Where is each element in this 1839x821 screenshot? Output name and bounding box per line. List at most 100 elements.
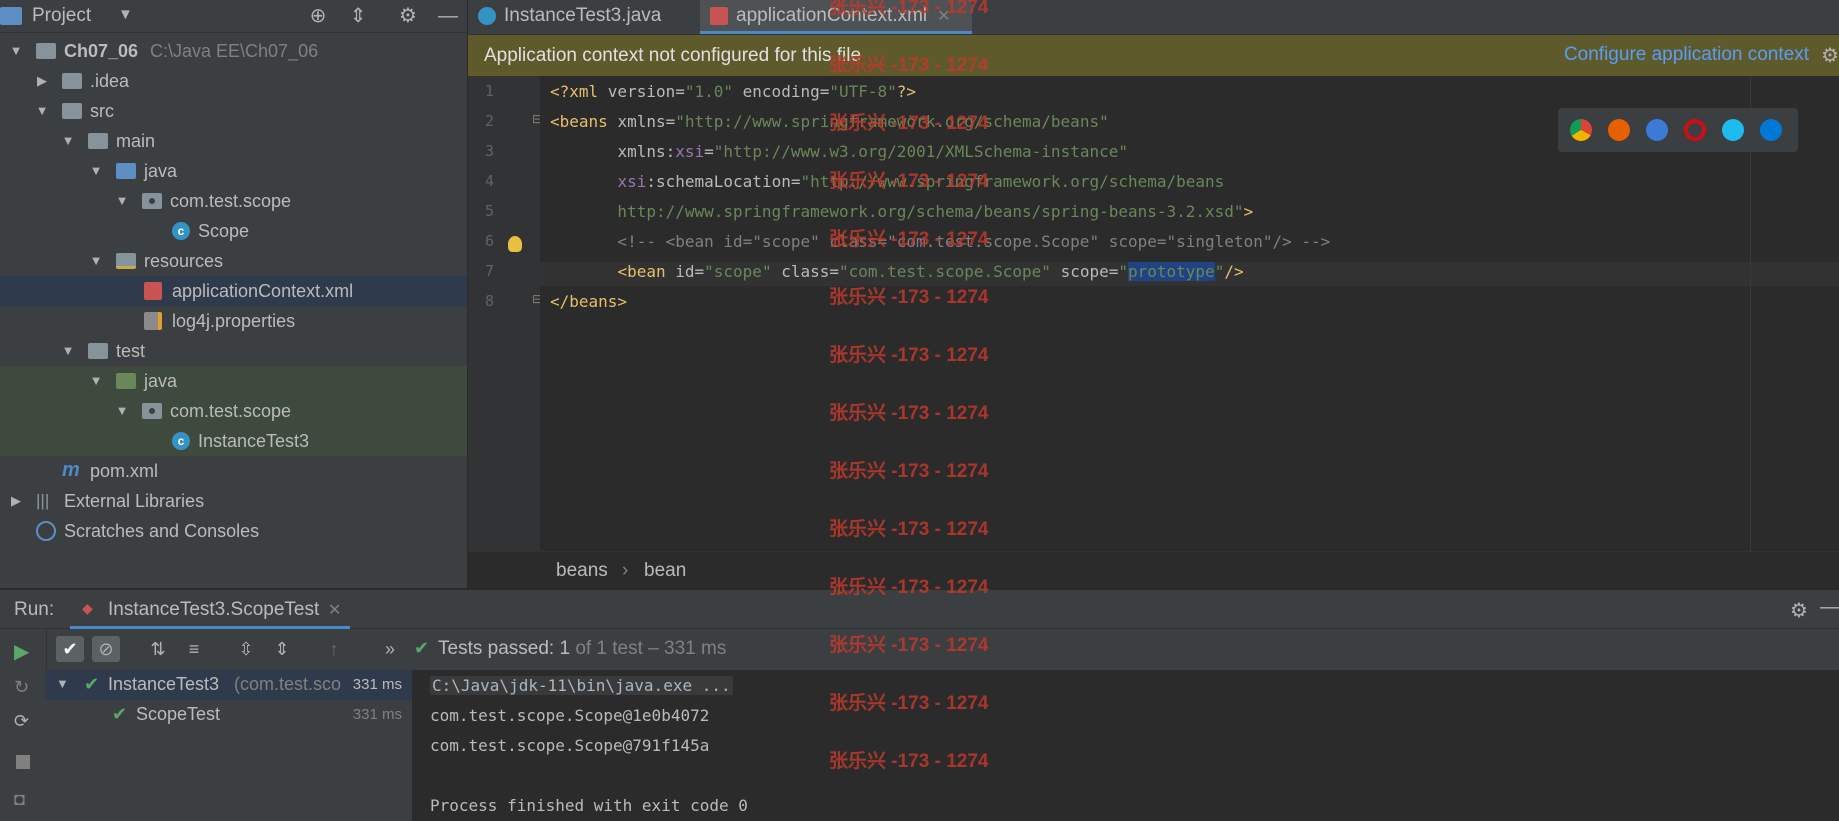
chrome-icon[interactable] (1570, 119, 1592, 141)
tab-instancetest3[interactable]: InstanceTest3.java (478, 0, 694, 34)
tree-label: log4j.properties (172, 311, 296, 331)
project-header: Project ▼ ⊕ ⇕ ⚙ — (0, 0, 467, 33)
console-line: C:\Java\jdk-11\bin\java.exe ... (430, 676, 733, 695)
watermark: 张乐兴 -173 - 1274 (829, 229, 989, 250)
tree-item-log4j[interactable]: log4j.properties (0, 306, 467, 336)
library-icon: ||| (36, 491, 50, 510)
chevron-right-icon[interactable]: ▶ (34, 66, 50, 96)
tree-item-scratches[interactable]: Scratches and Consoles (0, 516, 467, 546)
previous-failed-icon[interactable]: ↑ (320, 636, 348, 662)
chevron-down-icon[interactable]: ▼ (114, 396, 130, 426)
tree-item-instancetest3[interactable]: c InstanceTest3 (0, 426, 467, 456)
gear-icon[interactable]: ⚙ (1790, 598, 1808, 623)
package-icon (142, 193, 162, 209)
watermark: 张乐兴 -173 - 1274 (829, 577, 989, 598)
project-panel: Project ▼ ⊕ ⇕ ⚙ — ▼ Ch07_06 C:\Java EE\C… (0, 0, 468, 588)
firefox-icon[interactable] (1608, 119, 1630, 141)
line-number: 1 (484, 82, 494, 100)
console-line: Process finished with exit code 0 (430, 796, 748, 815)
breadcrumb: beans › bean (468, 551, 1839, 589)
camera-icon[interactable]: ◘ (14, 789, 25, 810)
breadcrumb-beans[interactable]: beans (556, 560, 608, 582)
safari-icon[interactable] (1646, 119, 1668, 141)
chevron-right-icon[interactable]: ▶ (8, 486, 24, 516)
test-config-icon: ◆ (82, 600, 93, 616)
console-output[interactable]: C:\Java\jdk-11\bin\java.exe ... com.test… (412, 670, 1839, 821)
configure-context-link[interactable]: Configure application context (1564, 44, 1809, 66)
collapse-icon[interactable]: ⇕ (346, 4, 370, 28)
tree-item-pom[interactable]: m pom.xml (0, 456, 467, 486)
sort-alpha-icon[interactable]: ⇅ (144, 636, 172, 662)
tree-label: src (90, 101, 114, 121)
chevron-down-icon[interactable]: ▼ (118, 6, 133, 23)
tree-item-applicationcontext[interactable]: applicationContext.xml (0, 276, 467, 306)
tree-item-resources[interactable]: ▼ resources (0, 246, 467, 276)
chevron-down-icon[interactable]: ▼ (56, 676, 69, 691)
run-config-tab[interactable]: ◆ InstanceTest3.ScopeTest ✕ (70, 590, 350, 629)
tree-item-main[interactable]: ▼ main (0, 126, 467, 156)
spring-xml-icon (144, 282, 162, 300)
chevron-down-icon[interactable]: ▼ (34, 96, 50, 126)
chevron-down-icon[interactable]: ▼ (114, 186, 130, 216)
tree-item-idea[interactable]: ▶ .idea (0, 66, 467, 96)
opera-icon[interactable] (1684, 119, 1706, 141)
ie-icon[interactable] (1722, 119, 1744, 141)
close-icon[interactable]: ✕ (328, 600, 341, 620)
gear-icon[interactable]: ⚙ (396, 4, 420, 28)
rerun-failed-icon[interactable]: ↻ (14, 677, 29, 698)
gear-icon[interactable]: ⚙ (1821, 43, 1839, 68)
tree-label: InstanceTest3 (198, 431, 310, 451)
chevron-down-icon[interactable]: ▼ (88, 246, 104, 276)
test-row-instancetest3[interactable]: ▼ ✔ InstanceTest3 (com.test.sco 331 ms (46, 670, 412, 700)
sort-duration-icon[interactable]: ≡ (180, 636, 208, 662)
tree-label: applicationContext.xml (172, 281, 354, 301)
tree-item-src[interactable]: ▼ src (0, 96, 467, 126)
breadcrumb-bean[interactable]: bean (644, 560, 686, 582)
watermark: 张乐兴 -173 - 1274 (829, 113, 989, 134)
project-title[interactable]: Project (32, 5, 91, 27)
tree-item-java[interactable]: ▼ java (0, 156, 467, 186)
chevron-down-icon[interactable]: ▼ (60, 126, 76, 156)
test-row-scopetest[interactable]: ✔ ScopeTest 331 ms (46, 700, 412, 730)
check-icon: ✔ (84, 674, 100, 694)
toggle-auto-test-icon[interactable]: ⟳ (14, 711, 29, 732)
tree-item-test[interactable]: ▼ test (0, 336, 467, 366)
maven-icon: m (62, 459, 80, 481)
class-icon: c (172, 222, 190, 240)
watermark: 张乐兴 -173 - 1274 (829, 55, 989, 76)
chevron-down-icon[interactable]: ▼ (88, 156, 104, 186)
expand-all-icon[interactable]: ⇳ (232, 636, 260, 662)
project-view-icon[interactable] (0, 7, 22, 25)
rerun-icon[interactable]: ▶ (14, 639, 29, 664)
edge-icon[interactable] (1760, 119, 1782, 141)
tree-item-ch07-06[interactable]: ▼ Ch07_06 C:\Java EE\Ch07_06 (0, 36, 467, 66)
code-line-1: <?xml version="1.0" encoding="UTF-8"?> (550, 82, 917, 101)
chevron-down-icon[interactable]: ▼ (8, 36, 24, 66)
banner-text: Application context not configured for t… (484, 45, 862, 66)
tree-path: C:\Java EE\Ch07_06 (150, 41, 319, 61)
more-icon[interactable]: » (376, 636, 404, 662)
chevron-down-icon[interactable]: ▼ (88, 366, 104, 396)
editor-tabs: InstanceTest3.java applicationContext.xm… (468, 0, 1839, 35)
hide-icon[interactable]: — (436, 4, 460, 28)
chevron-down-icon[interactable]: ▼ (60, 336, 76, 366)
tree-item-external-libraries[interactable]: ▶ ||| External Libraries (0, 486, 467, 516)
test-time: 331 ms (352, 706, 402, 723)
resources-folder-icon (116, 253, 136, 269)
tree-item-test-package[interactable]: ▼ com.test.scope (0, 396, 467, 426)
tree-item-scope[interactable]: c Scope (0, 216, 467, 246)
locate-icon[interactable]: ⊕ (306, 4, 330, 28)
show-passed-icon[interactable]: ✔ (56, 636, 84, 662)
lightbulb-icon[interactable] (508, 236, 522, 252)
tree-item-test-java[interactable]: ▼ java (0, 366, 467, 396)
hide-icon[interactable]: — (1820, 596, 1839, 619)
check-icon: ✔ (414, 638, 430, 658)
folder-icon (62, 103, 82, 119)
show-ignored-icon[interactable]: ⊘ (92, 636, 120, 662)
watermark: 张乐兴 -173 - 1274 (829, 693, 989, 714)
collapse-all-icon[interactable]: ⇕ (268, 636, 296, 662)
breadcrumb-separator: › (622, 560, 629, 581)
stop-icon[interactable] (16, 755, 30, 769)
tree-item-package[interactable]: ▼ com.test.scope (0, 186, 467, 216)
properties-file-icon (144, 312, 162, 330)
